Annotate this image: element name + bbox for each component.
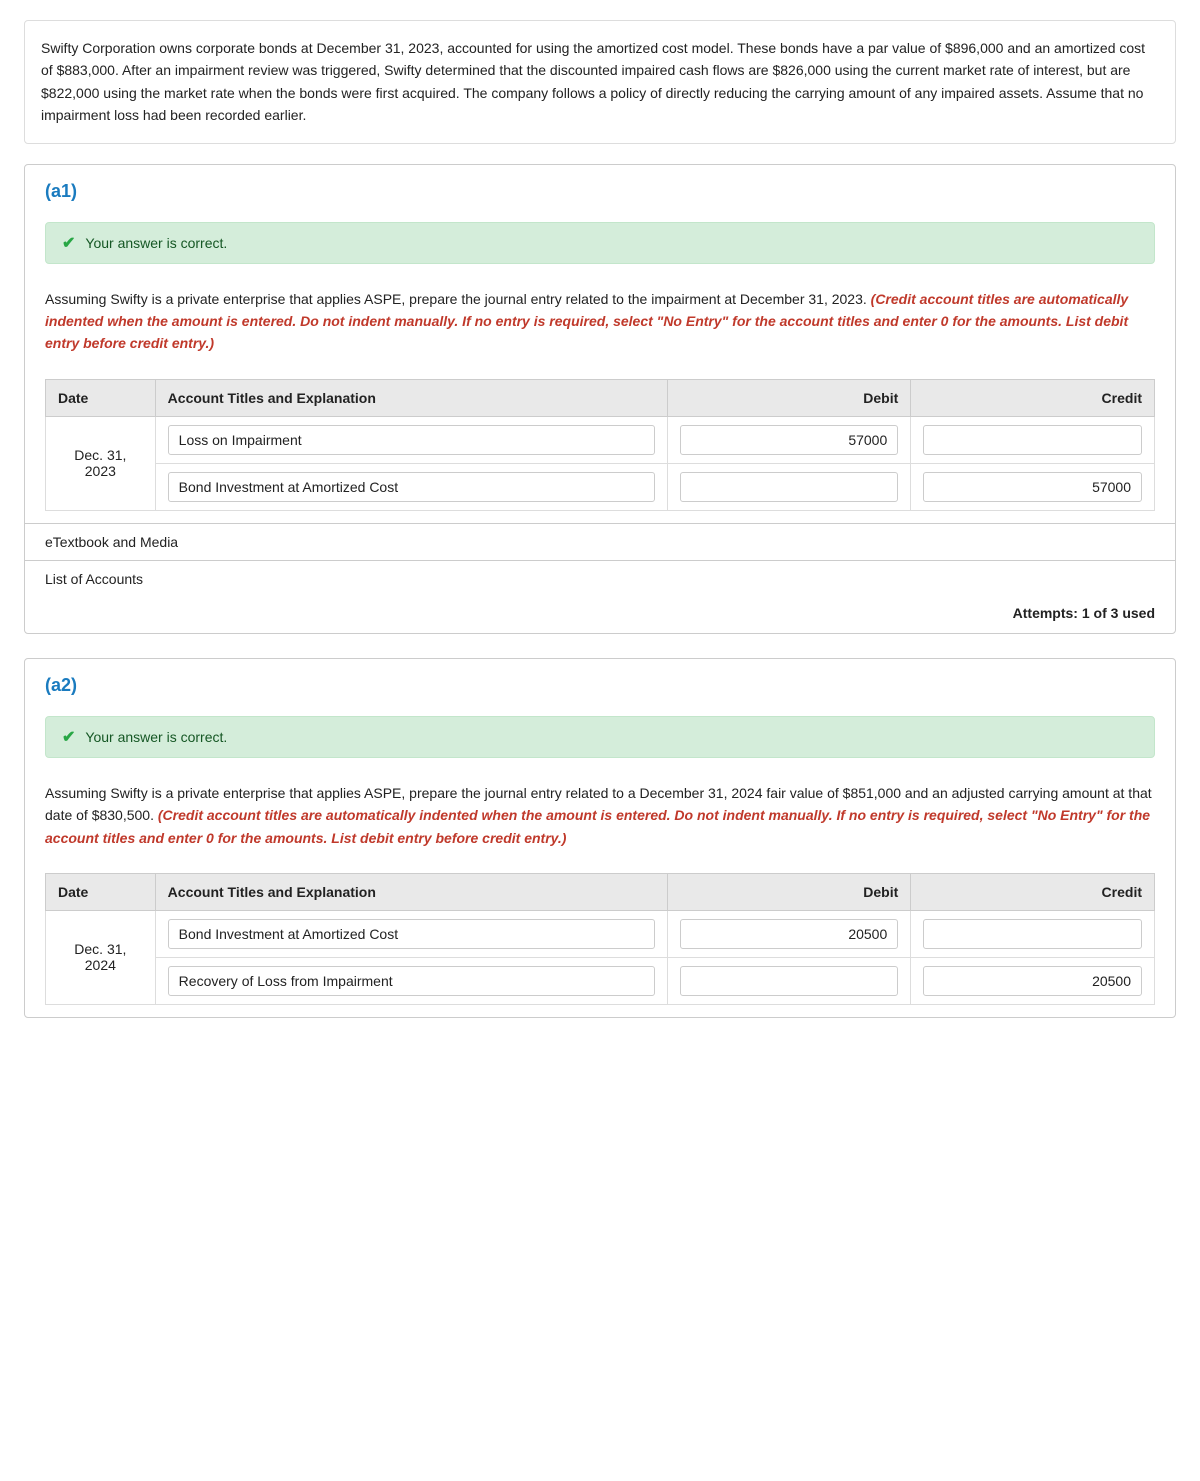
section-a1: (a1) ✔ Your answer is correct. Assuming … — [24, 164, 1176, 634]
instruction-a2: (Credit account titles are automatically… — [45, 807, 1150, 845]
table-row: Dec. 31, 2024 — [46, 910, 1155, 957]
page-wrapper: Swifty Corporation owns corporate bonds … — [0, 0, 1200, 1062]
account-cell-a1-2 — [155, 463, 667, 510]
section-a2: (a2) ✔ Your answer is correct. Assuming … — [24, 658, 1176, 1018]
correct-message-a1: Your answer is correct. — [85, 235, 227, 251]
account-input-a1-1[interactable] — [168, 425, 655, 455]
account-cell-a1-1 — [155, 416, 667, 463]
th-account-a2: Account Titles and Explanation — [155, 873, 667, 910]
th-credit-a2: Credit — [911, 873, 1155, 910]
correct-banner-a1: ✔ Your answer is correct. — [45, 222, 1155, 264]
debit-input-a2-1[interactable] — [680, 919, 899, 949]
check-icon-a1: ✔ — [62, 233, 75, 253]
journal-table-a2: Date Account Titles and Explanation Debi… — [45, 873, 1155, 1005]
debit-cell-a2-2 — [667, 957, 911, 1004]
th-debit-a1: Debit — [667, 379, 911, 416]
credit-cell-a2-2 — [911, 957, 1155, 1004]
account-input-a1-2[interactable] — [168, 472, 655, 502]
etextbook-link-a1[interactable]: eTextbook and Media — [25, 523, 1175, 560]
credit-input-a1-1[interactable] — [923, 425, 1142, 455]
account-cell-a2-1 — [155, 910, 667, 957]
th-credit-a1: Credit — [911, 379, 1155, 416]
th-debit-a2: Debit — [667, 873, 911, 910]
check-icon-a2: ✔ — [62, 727, 75, 747]
debit-input-a2-2[interactable] — [680, 966, 899, 996]
debit-input-a1-2[interactable] — [680, 472, 899, 502]
correct-banner-a2: ✔ Your answer is correct. — [45, 716, 1155, 758]
th-date-a1: Date — [46, 379, 156, 416]
th-account-a1: Account Titles and Explanation — [155, 379, 667, 416]
th-date-a2: Date — [46, 873, 156, 910]
table-row — [46, 463, 1155, 510]
account-input-a2-2[interactable] — [168, 966, 655, 996]
attempts-a1: Attempts: 1 of 3 used — [25, 597, 1175, 633]
debit-cell-a1-1 — [667, 416, 911, 463]
credit-cell-a1-2 — [911, 463, 1155, 510]
table-row: Dec. 31, 2023 — [46, 416, 1155, 463]
credit-cell-a1-1 — [911, 416, 1155, 463]
journal-table-a1: Date Account Titles and Explanation Debi… — [45, 379, 1155, 511]
date-cell-a1: Dec. 31, 2023 — [46, 416, 156, 510]
date-cell-a2: Dec. 31, 2024 — [46, 910, 156, 1004]
correct-message-a2: Your answer is correct. — [85, 729, 227, 745]
section-a2-label: (a2) — [25, 659, 1175, 704]
debit-cell-a2-1 — [667, 910, 911, 957]
credit-input-a2-2[interactable] — [923, 966, 1142, 996]
account-input-a2-1[interactable] — [168, 919, 655, 949]
section-a1-label: (a1) — [25, 165, 1175, 210]
question-body-a1: Assuming Swifty is a private enterprise … — [45, 291, 867, 307]
intro-text: Swifty Corporation owns corporate bonds … — [41, 40, 1145, 123]
credit-input-a2-1[interactable] — [923, 919, 1142, 949]
question-text-a1: Assuming Swifty is a private enterprise … — [25, 276, 1175, 367]
debit-input-a1-1[interactable] — [680, 425, 899, 455]
credit-input-a1-2[interactable] — [923, 472, 1142, 502]
debit-cell-a1-2 — [667, 463, 911, 510]
credit-cell-a2-1 — [911, 910, 1155, 957]
list-of-accounts-link-a1[interactable]: List of Accounts — [25, 560, 1175, 597]
question-text-a2: Assuming Swifty is a private enterprise … — [25, 770, 1175, 861]
account-cell-a2-2 — [155, 957, 667, 1004]
table-row — [46, 957, 1155, 1004]
intro-text-block: Swifty Corporation owns corporate bonds … — [24, 20, 1176, 144]
